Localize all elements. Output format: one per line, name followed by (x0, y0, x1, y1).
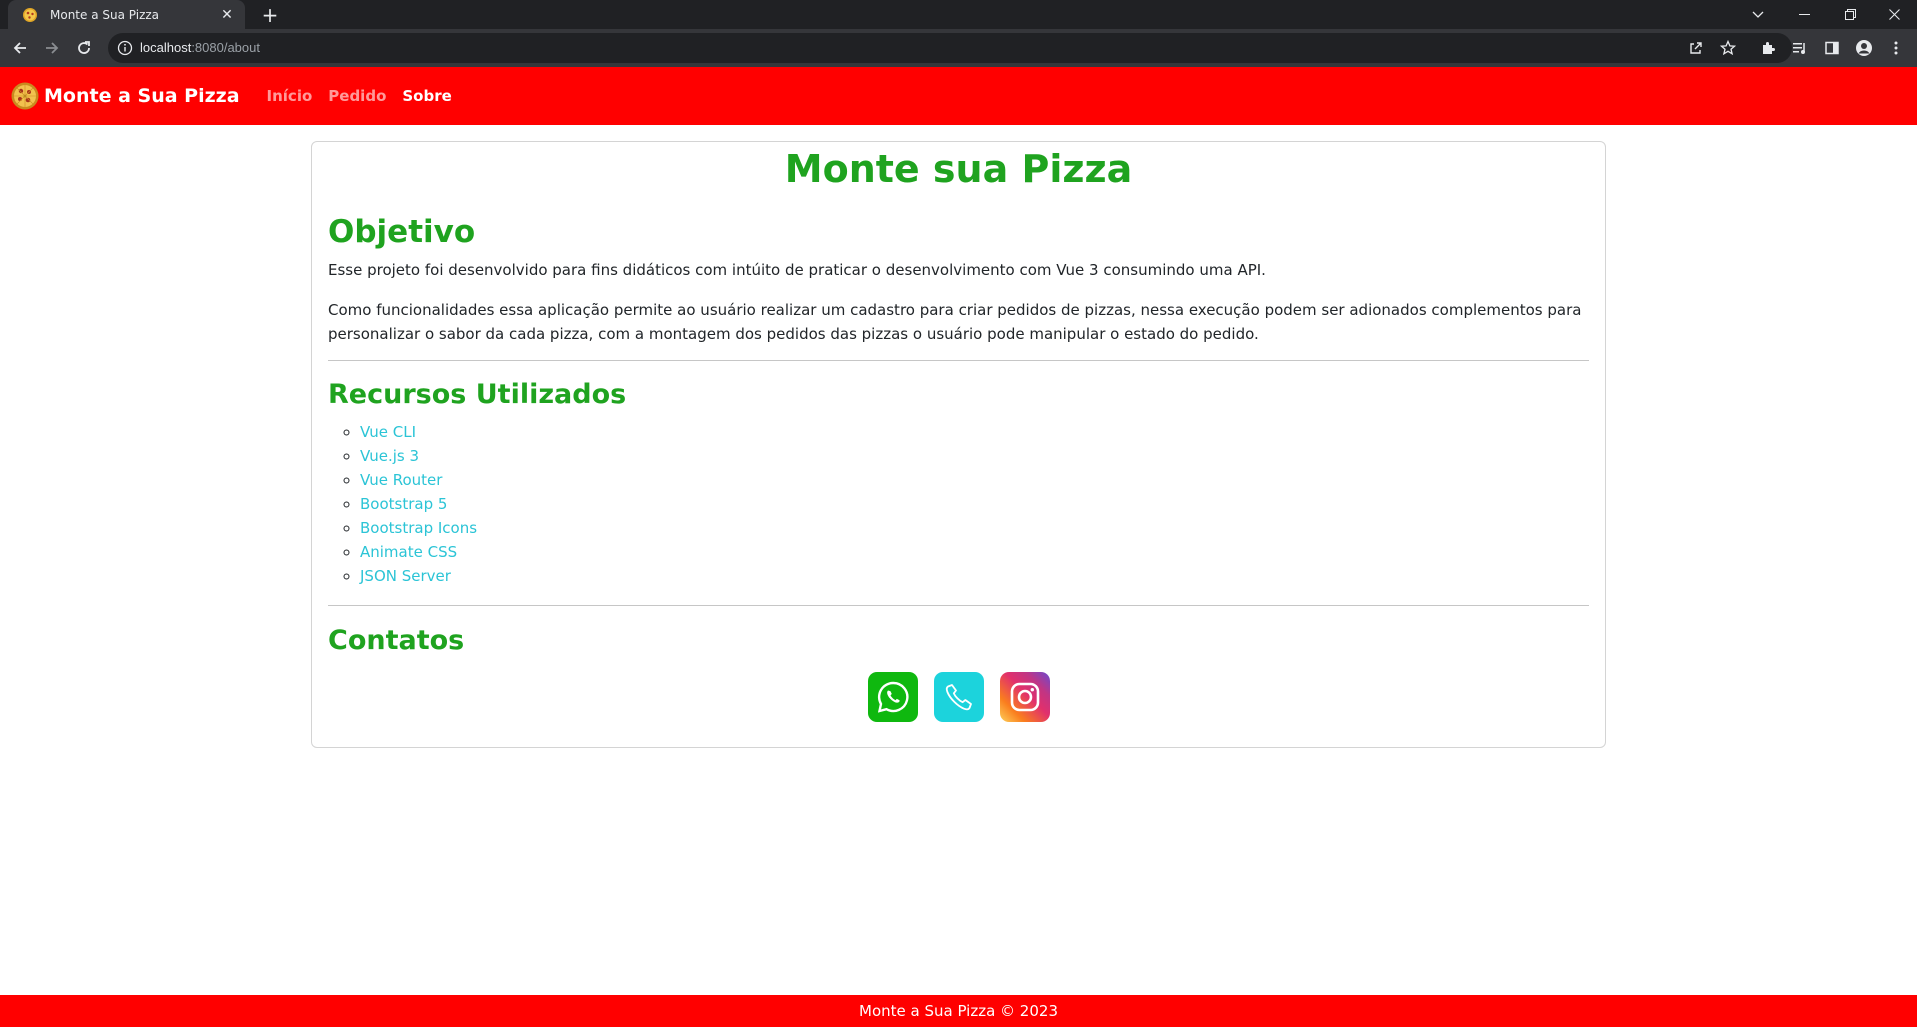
list-item: Vue Router (360, 468, 1589, 492)
list-item: Bootstrap 5 (360, 492, 1589, 516)
profile-icon[interactable] (1850, 34, 1878, 62)
resources-heading: Recursos Utilizados (328, 379, 627, 410)
phone-icon (945, 684, 972, 711)
minimize-icon[interactable] (1781, 0, 1827, 29)
instagram-button[interactable] (999, 672, 1050, 722)
divider (328, 605, 1589, 606)
instagram-icon (1010, 682, 1039, 712)
plus-icon[interactable]: + (258, 3, 282, 27)
divider (328, 360, 1589, 361)
list-item: Animate CSS (360, 540, 1589, 564)
reload-icon[interactable] (70, 34, 98, 62)
back-icon[interactable] (6, 34, 34, 62)
objective-paragraph-1: Esse projeto foi desenvolvido para fins … (328, 261, 1266, 279)
chevron-down-icon[interactable] (1735, 0, 1781, 29)
contacts-heading: Contatos (328, 625, 465, 656)
whatsapp-button[interactable] (867, 672, 918, 722)
url-path: :8080/about (191, 40, 260, 55)
menu-icon[interactable] (1882, 34, 1910, 62)
resource-link[interactable]: Vue Router (360, 471, 442, 489)
footer-text: Monte a Sua Pizza © 2023 (859, 1002, 1058, 1020)
tab-title: Monte a Sua Pizza (50, 7, 160, 22)
resource-link[interactable]: JSON Server (360, 567, 451, 585)
resource-link[interactable]: Vue.js 3 (360, 447, 419, 465)
brand-link[interactable]: Monte a Sua Pizza (11, 82, 240, 110)
close-icon[interactable]: ✕ (219, 7, 235, 23)
phone-button[interactable] (933, 672, 984, 722)
whatsapp-icon (877, 681, 909, 713)
list-item: Vue.js 3 (360, 444, 1589, 468)
page-title: Monte sua Pizza (784, 147, 1133, 191)
media-icon[interactable] (1786, 34, 1814, 62)
forward-icon[interactable] (38, 34, 66, 62)
pizza-logo-icon (11, 82, 39, 110)
side-panel-icon[interactable] (1818, 34, 1846, 62)
browser-tab[interactable]: Monte a Sua Pizza ✕ (8, 0, 245, 29)
site-footer: Monte a Sua Pizza © 2023 (0, 995, 1917, 1027)
list-item: JSON Server (360, 564, 1589, 588)
site-navbar: Monte a Sua Pizza Início Pedido Sobre (0, 67, 1917, 125)
address-bar[interactable]: localhost:8080/about (108, 33, 1792, 63)
info-icon[interactable] (117, 40, 133, 56)
brand-name: Monte a Sua Pizza (44, 85, 240, 107)
browser-tabstrip: Monte a Sua Pizza ✕ + (0, 0, 1917, 29)
resources-list: Vue CLI Vue.js 3 Vue Router Bootstrap 5 … (328, 420, 1589, 588)
restore-icon[interactable] (1827, 0, 1873, 29)
resource-link[interactable]: Bootstrap Icons (360, 519, 477, 537)
resource-link[interactable]: Animate CSS (360, 543, 457, 561)
objective-heading: Objetivo (328, 214, 476, 250)
about-card: Monte sua Pizza Objetivo Esse projeto fo… (311, 141, 1606, 748)
nav-link-sobre[interactable]: Sobre (402, 87, 451, 105)
list-item: Bootstrap Icons (360, 516, 1589, 540)
list-item: Vue CLI (360, 420, 1589, 444)
nav-link-inicio[interactable]: Início (267, 87, 313, 105)
pizza-favicon (23, 7, 37, 22)
contacts-row (328, 672, 1589, 722)
window-close-icon[interactable] (1871, 0, 1917, 29)
resource-link[interactable]: Bootstrap 5 (360, 495, 447, 513)
browser-toolbar: localhost:8080/about (0, 29, 1917, 67)
objective-paragraph-2: Como funcionalidades essa aplicação perm… (328, 301, 1582, 343)
url-text: localhost:8080/about (140, 39, 260, 57)
extensions-icon[interactable] (1754, 34, 1782, 62)
share-icon[interactable] (1684, 36, 1708, 60)
star-icon[interactable] (1716, 36, 1740, 60)
url-host: localhost (140, 40, 192, 55)
resource-link[interactable]: Vue CLI (360, 423, 416, 441)
nav-link-pedido[interactable]: Pedido (328, 87, 386, 105)
